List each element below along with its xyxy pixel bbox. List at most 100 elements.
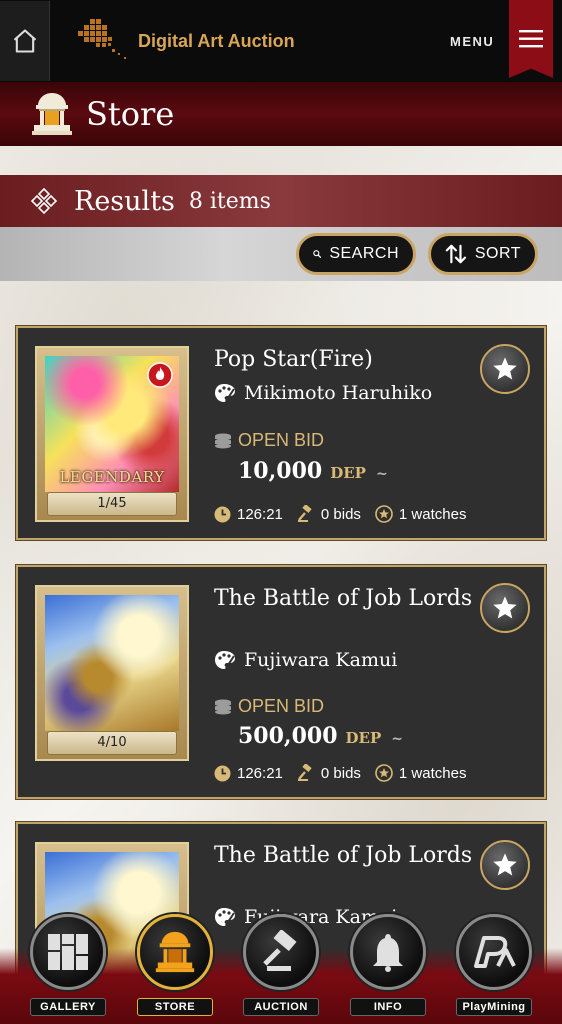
- brand-logo-icon: [78, 19, 126, 59]
- artwork-image-pop-star: LEGENDARY: [45, 356, 179, 492]
- bottom-nav: GALLERY STORE AUCTION INFO PlayMining: [0, 914, 562, 1024]
- artwork-thumbnail[interactable]: 4/10: [35, 585, 189, 761]
- artwork-title[interactable]: The Battle of Job Lords: [214, 842, 474, 870]
- edition-count: 1/45: [47, 492, 177, 516]
- store-icon: [32, 93, 72, 135]
- price-value: 500,000: [238, 723, 338, 749]
- nav-store-circle[interactable]: [137, 914, 213, 990]
- bid-type: OPEN BID: [214, 430, 324, 451]
- bid-count: 0 bids: [297, 505, 361, 523]
- nav-auction-circle[interactable]: [243, 914, 319, 990]
- nav-info-circle[interactable]: [350, 914, 426, 990]
- star-icon: [493, 596, 517, 619]
- star-circle-icon: [375, 505, 393, 523]
- card-stats: 126:21 0 bids 1 watches: [214, 505, 480, 523]
- time-value: 126:21: [237, 505, 283, 523]
- price-row: 500,000 DEP ~: [238, 723, 403, 749]
- search-icon: [313, 250, 322, 258]
- nav-auction-label: AUCTION: [243, 998, 319, 1016]
- artwork-image-battle: [45, 595, 179, 731]
- star-icon: [493, 853, 517, 876]
- price-unit: DEP: [345, 729, 382, 747]
- bid-type-label: OPEN BID: [238, 430, 325, 450]
- watch-button[interactable]: [480, 840, 530, 890]
- menu-label[interactable]: MENU: [450, 34, 494, 49]
- diamond-grid-icon: [30, 187, 58, 215]
- card-stats: 126:21 0 bids 1 watches: [214, 764, 480, 782]
- playmining-icon: [474, 936, 516, 968]
- star-circle-icon: [375, 764, 393, 782]
- nav-store-label: STORE: [137, 998, 213, 1016]
- home-icon: [13, 29, 36, 53]
- palette-icon: [215, 384, 235, 402]
- auction-card[interactable]: 4/10 The Battle of Job Lords Fujiwara Ka…: [15, 564, 547, 800]
- gavel-icon: [297, 505, 312, 522]
- bell-icon: [373, 934, 403, 972]
- bid-type: OPEN BID: [214, 696, 324, 717]
- price-row: 10,000 DEP ~: [238, 458, 388, 484]
- nav-gallery-circle[interactable]: [30, 914, 106, 990]
- nav-info-label: INFO: [350, 998, 426, 1016]
- star-icon: [493, 357, 517, 380]
- artist-row[interactable]: Fujiwara Kamui: [214, 649, 397, 671]
- brand[interactable]: Digital Art Auction: [74, 15, 295, 67]
- watch-button[interactable]: [480, 583, 530, 633]
- artwork-thumbnail[interactable]: LEGENDARY 1/45: [35, 346, 189, 522]
- menu-button[interactable]: [509, 0, 553, 78]
- bid-count-value: 0 bids: [320, 764, 361, 782]
- clock-icon: [214, 506, 231, 522]
- results-title: Results: [74, 185, 175, 217]
- watch-count: 1 watches: [375, 505, 466, 523]
- clock-icon: [214, 765, 231, 781]
- nav-playmining-label: PlayMining: [456, 998, 532, 1016]
- nav-gallery-label: GALLERY: [30, 998, 106, 1016]
- gallery-icon: [48, 934, 88, 970]
- gavel-icon: [263, 930, 297, 971]
- page-title: Store: [86, 95, 175, 133]
- bid-count: 0 bids: [297, 764, 361, 782]
- price-tilde: ~: [391, 731, 403, 747]
- hamburger-icon: [519, 30, 543, 48]
- watch-button[interactable]: [480, 344, 530, 394]
- coins-icon: [215, 699, 231, 714]
- bid-type-label: OPEN BID: [238, 696, 325, 716]
- store-icon: [155, 931, 195, 973]
- search-button[interactable]: SEARCH: [296, 233, 416, 275]
- search-label: SEARCH: [329, 245, 399, 262]
- watch-count: 1 watches: [375, 764, 467, 782]
- time-value: 126:21: [237, 764, 283, 782]
- nav-info[interactable]: INFO: [346, 914, 430, 1018]
- artist-row[interactable]: Mikimoto Haruhiko: [214, 382, 432, 404]
- price-tilde: ~: [375, 466, 388, 482]
- brand-name: Digital Art Auction: [138, 30, 295, 51]
- nav-playmining-circle[interactable]: [456, 914, 532, 990]
- edition-count: 4/10: [47, 731, 177, 755]
- palette-icon: [215, 908, 235, 926]
- auction-card[interactable]: LEGENDARY 1/45 Pop Star(Fire) Mikimoto H…: [15, 325, 547, 541]
- price-unit: DEP: [330, 464, 366, 482]
- palette-icon: [215, 651, 235, 669]
- nav-store[interactable]: STORE: [133, 914, 217, 1018]
- nav-playmining[interactable]: PlayMining: [452, 914, 536, 1018]
- sort-button[interactable]: SORT: [428, 233, 538, 275]
- results-bar: Results 8 items: [0, 175, 562, 227]
- artist-name: Fujiwara Kamui: [244, 649, 398, 671]
- top-bar: Digital Art Auction MENU: [0, 0, 562, 82]
- rarity-label: LEGENDARY: [59, 468, 165, 486]
- time-remaining: 126:21: [214, 506, 283, 523]
- nav-auction[interactable]: AUCTION: [239, 914, 323, 1018]
- nav-gallery[interactable]: GALLERY: [26, 914, 110, 1018]
- gavel-icon: [297, 764, 312, 781]
- bid-count-value: 0 bids: [320, 505, 361, 523]
- coins-icon: [215, 433, 231, 448]
- home-button[interactable]: [0, 1, 50, 81]
- price-value: 10,000: [238, 458, 323, 484]
- artwork-title[interactable]: Pop Star(Fire): [214, 346, 474, 374]
- page-header: Store: [0, 82, 562, 146]
- fire-element-icon: [147, 362, 173, 388]
- toolbar: SEARCH SORT: [0, 227, 562, 281]
- sort-label: SORT: [474, 245, 521, 262]
- time-remaining: 126:21: [214, 765, 283, 782]
- watch-count-value: 1 watches: [398, 764, 467, 782]
- artwork-title[interactable]: The Battle of Job Lords: [214, 585, 474, 613]
